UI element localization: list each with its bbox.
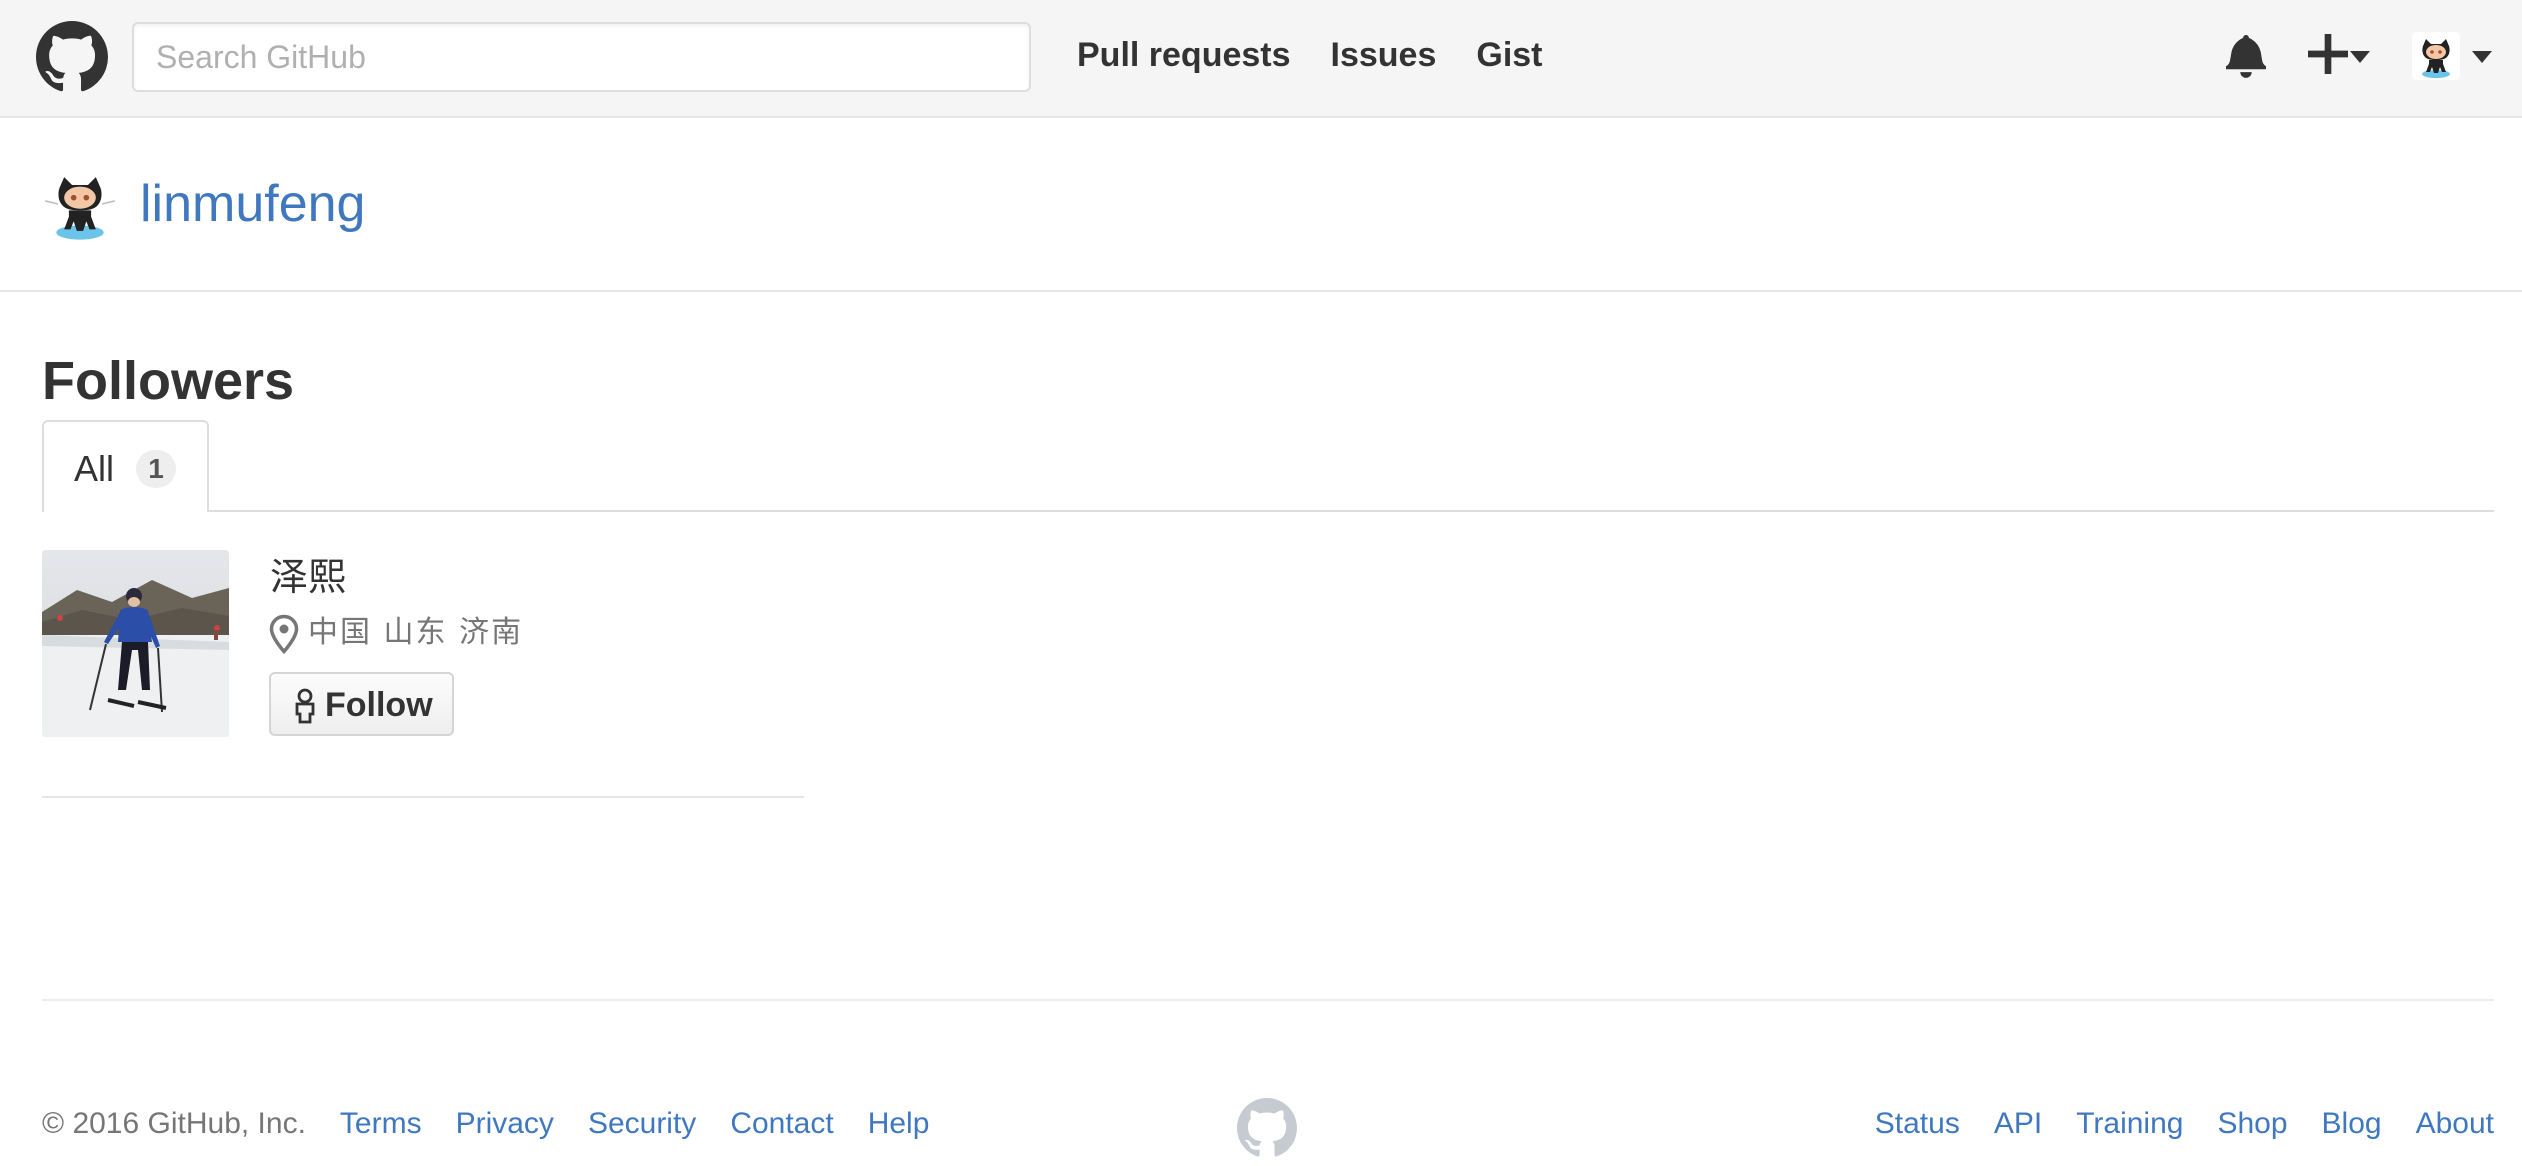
plus-icon[interactable] [2308, 34, 2348, 74]
github-mark-icon[interactable] [1237, 1098, 1297, 1158]
footer-right: Status API Training Shop Blog About [1875, 1104, 2494, 1144]
bell-icon[interactable] [2226, 32, 2266, 78]
tabs-divider [42, 510, 2494, 512]
profile-bar: linmufeng [0, 118, 2522, 292]
tab-all-label: All [74, 448, 115, 489]
footer-link-status[interactable]: Status [1875, 1104, 1960, 1144]
footer-link-privacy[interactable]: Privacy [456, 1104, 554, 1144]
nav-pull-requests[interactable]: Pull requests [1077, 32, 1291, 78]
caret-down-icon[interactable] [2472, 51, 2492, 63]
footer-link-terms[interactable]: Terms [340, 1104, 422, 1144]
location-pin-icon [269, 614, 299, 654]
nav-gist[interactable]: Gist [1476, 32, 1542, 78]
nav-issues[interactable]: Issues [1331, 32, 1437, 78]
person-icon [295, 688, 315, 724]
header-nav: Pull requests Issues Gist [1077, 32, 1543, 78]
profile-username-link[interactable]: linmufeng [140, 174, 365, 234]
github-logo-icon[interactable] [36, 21, 108, 93]
list-divider [42, 796, 804, 798]
search-input[interactable] [132, 22, 1031, 92]
footer-link-help[interactable]: Help [868, 1104, 930, 1144]
footer-link-security[interactable]: Security [588, 1104, 696, 1144]
follower-location: 中国 山东 济南 [308, 615, 524, 650]
follower-name[interactable]: 泽熙 [270, 554, 346, 600]
follower-avatar[interactable] [42, 550, 229, 737]
footer-left: © 2016 GitHub, Inc. Terms Privacy Securi… [42, 1104, 929, 1144]
footer-link-blog[interactable]: Blog [2322, 1104, 2382, 1144]
tab-all[interactable]: All 1 [42, 420, 209, 512]
tab-count-badge: 1 [136, 450, 176, 488]
footer-link-api[interactable]: API [1994, 1104, 2042, 1144]
site-header: Pull requests Issues Gist [0, 0, 2522, 118]
footer-divider [42, 999, 2494, 1001]
follow-button-label: Follow [325, 686, 433, 724]
footer-copyright: © 2016 GitHub, Inc. [42, 1107, 306, 1140]
caret-down-icon[interactable] [2350, 51, 2370, 63]
page-title: Followers [42, 351, 295, 411]
octocat-avatar-icon [2422, 39, 2450, 78]
follow-button[interactable]: Follow [269, 672, 454, 736]
avatar[interactable] [2412, 32, 2460, 80]
octocat-avatar-icon[interactable] [42, 166, 118, 242]
skier-photo-icon [42, 550, 229, 737]
footer-link-shop[interactable]: Shop [2217, 1104, 2287, 1144]
footer-link-training[interactable]: Training [2076, 1104, 2183, 1144]
footer-link-about[interactable]: About [2416, 1104, 2494, 1144]
footer-link-contact[interactable]: Contact [730, 1104, 833, 1144]
